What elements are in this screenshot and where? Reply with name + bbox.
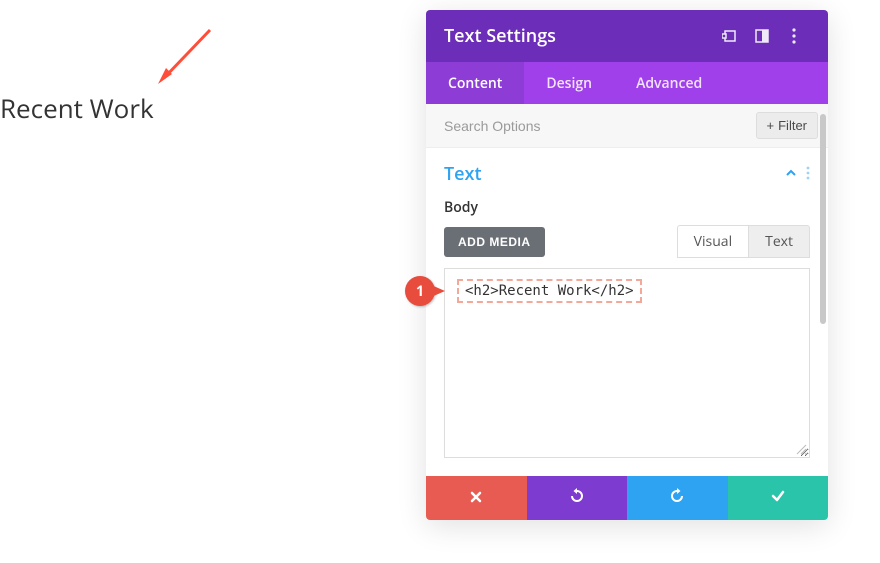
section-title[interactable]: Text <box>444 162 784 186</box>
panel-footer <box>426 476 828 520</box>
section-more-icon[interactable] <box>806 163 810 185</box>
editor-mode-tabs: Visual Text <box>677 225 810 258</box>
body-area: Body ADD MEDIA Visual Text <h2>Recent Wo… <box>426 194 828 476</box>
search-input[interactable] <box>426 118 756 134</box>
panel-header: Text Settings <box>426 10 828 62</box>
mode-tab-visual[interactable]: Visual <box>677 225 748 258</box>
section-header: Text <box>426 148 828 194</box>
plus-icon: + <box>767 118 775 133</box>
panel-title: Text Settings <box>444 24 714 48</box>
text-settings-panel: Text Settings Content Design Advanced + … <box>426 10 828 520</box>
resize-handle-icon[interactable] <box>795 443 807 455</box>
filter-button[interactable]: + Filter <box>756 112 818 139</box>
media-row: ADD MEDIA Visual Text <box>444 225 810 258</box>
body-label: Body <box>444 198 810 217</box>
editor-content[interactable]: <h2>Recent Work</h2> <box>457 279 642 303</box>
close-icon <box>469 487 483 509</box>
undo-icon <box>569 487 585 509</box>
redo-icon <box>669 487 685 509</box>
filter-label: Filter <box>778 118 807 133</box>
redo-button[interactable] <box>627 476 728 520</box>
snap-icon[interactable] <box>746 20 778 52</box>
save-button[interactable] <box>728 476 829 520</box>
text-editor[interactable]: <h2>Recent Work</h2> <box>444 268 810 458</box>
callout-badge: 1 <box>405 276 451 306</box>
check-icon <box>770 487 786 509</box>
tab-advanced[interactable]: Advanced <box>614 62 724 104</box>
tab-design[interactable]: Design <box>524 62 614 104</box>
settings-tabs: Content Design Advanced <box>426 62 828 104</box>
search-row: + Filter <box>426 104 828 148</box>
add-media-button[interactable]: ADD MEDIA <box>444 227 545 257</box>
expand-icon[interactable] <box>714 20 746 52</box>
mode-tab-text[interactable]: Text <box>748 225 810 258</box>
tab-content[interactable]: Content <box>426 62 524 104</box>
scrollbar[interactable] <box>820 114 826 324</box>
collapse-icon[interactable] <box>784 163 798 185</box>
undo-button[interactable] <box>527 476 628 520</box>
annotation-arrow <box>150 22 220 92</box>
cancel-button[interactable] <box>426 476 527 520</box>
preview-heading: Recent Work <box>0 90 154 126</box>
more-icon[interactable] <box>778 20 810 52</box>
